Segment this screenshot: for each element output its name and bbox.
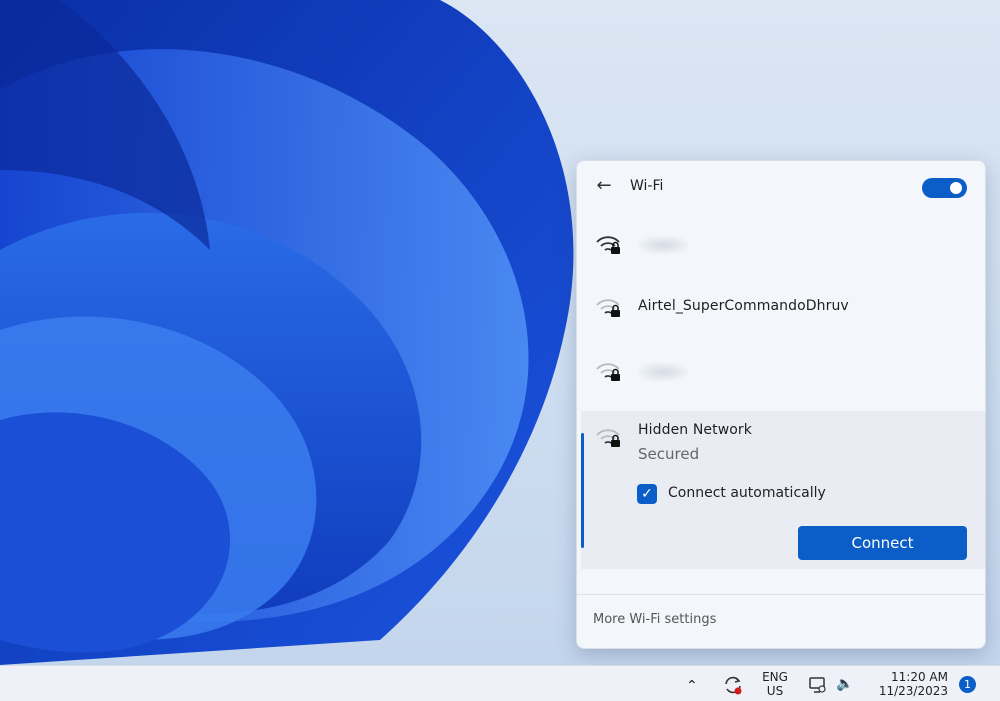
checkmark-icon: ✓ (641, 486, 653, 502)
network-name-redacted (638, 236, 688, 254)
chevron-up-icon[interactable]: ⌃ (686, 678, 698, 694)
connect-automatically-checkbox[interactable]: ✓ (637, 484, 657, 504)
wifi-secured-icon (595, 293, 623, 319)
wifi-toggle[interactable] (922, 178, 967, 198)
time: 11:20 AM (891, 670, 948, 684)
volume-icon[interactable]: 🔈 (836, 676, 853, 692)
connect-automatically-label: Connect automatically (668, 485, 826, 501)
network-name-redacted (638, 363, 688, 381)
toggle-knob (950, 182, 962, 194)
network-item-1[interactable] (577, 213, 985, 275)
language-indicator[interactable]: ENG US (760, 670, 790, 698)
panel-title: Wi-Fi (630, 178, 664, 194)
connect-button[interactable]: Connect (798, 526, 967, 560)
taskbar: ⌃ ENG US 🔈 11:20 AM 11/23/2023 1 (0, 665, 1000, 701)
back-arrow-icon[interactable]: ← (593, 175, 615, 197)
divider (577, 594, 985, 595)
network-status-icon[interactable] (808, 675, 828, 698)
wifi-panel: ← Wi-Fi Airtel_SuperCommandoDhruv Hidden… (576, 160, 986, 649)
network-name: Airtel_SuperCommandoDhruv (638, 298, 849, 314)
network-item-2[interactable]: Airtel_SuperCommandoDhruv (577, 275, 985, 337)
notification-badge[interactable]: 1 (959, 676, 976, 693)
network-name: Hidden Network (638, 422, 752, 438)
more-wifi-settings-link[interactable]: More Wi-Fi settings (593, 612, 716, 627)
network-status: Secured (638, 445, 700, 463)
network-item-3[interactable] (577, 337, 985, 399)
date: 11/23/2023 (878, 684, 948, 698)
wifi-secured-icon (595, 423, 623, 449)
language-code: ENG (762, 670, 788, 684)
clock[interactable]: 11:20 AM 11/23/2023 (868, 670, 948, 698)
wifi-secured-icon (595, 230, 623, 256)
sync-icon[interactable] (722, 674, 744, 699)
region-code: US (766, 684, 784, 698)
wifi-secured-icon (595, 357, 623, 383)
wifi-panel-header: ← Wi-Fi (577, 161, 985, 213)
